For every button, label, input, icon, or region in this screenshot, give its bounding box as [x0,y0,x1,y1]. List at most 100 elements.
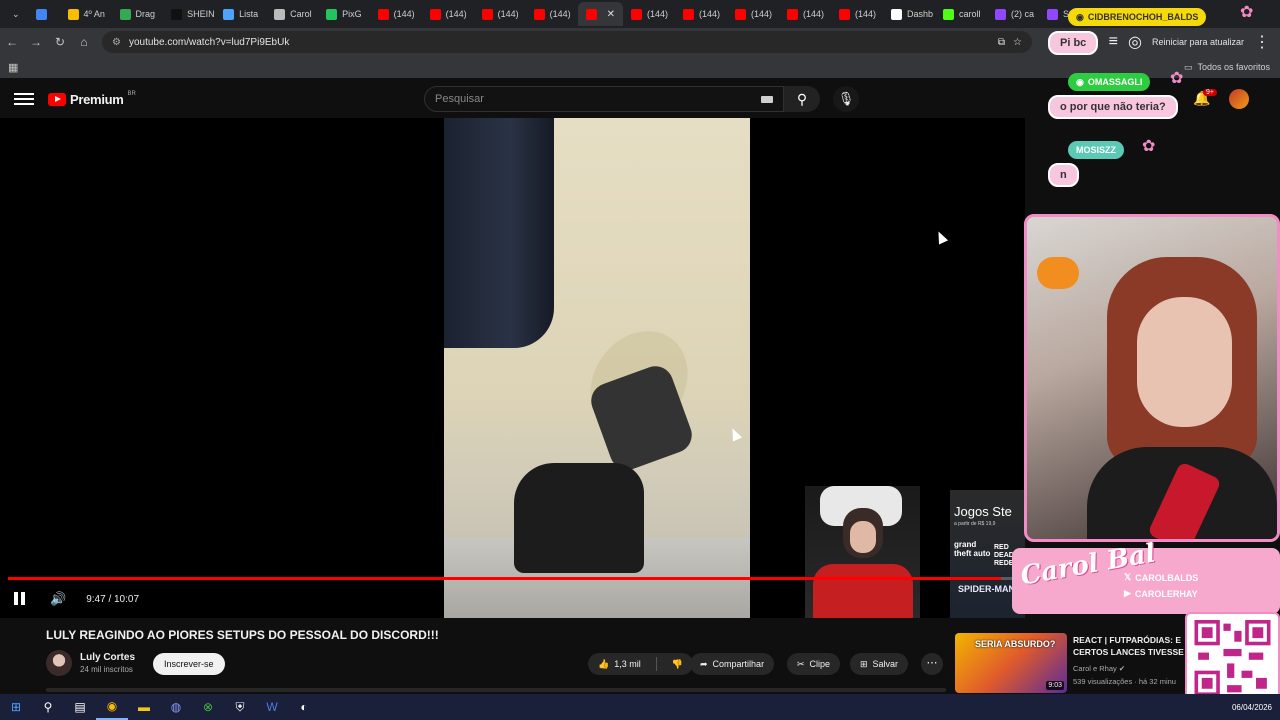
file-explorer-icon[interactable]: ▬ [128,694,160,720]
share-button[interactable]: ➦ Compartilhar [690,653,775,675]
windows-taskbar: ⊞ ⚲ ▤ ◉ ▬ ◍ ⊗ ⛨ W ◐ 06/04/2026 [0,694,1280,720]
tab-favicon-icon [35,8,47,20]
save-button[interactable]: ⊞ Salvar [850,653,909,675]
bookmark-star-icon[interactable]: ☆ [1013,37,1022,48]
browser-tab[interactable]: (144) [727,2,779,26]
more-actions-icon[interactable]: ⋯ [921,653,943,675]
time-separator: / [108,593,112,605]
install-icon[interactable]: ⧉ [998,37,1005,48]
word-icon[interactable]: W [256,694,288,720]
xbox-icon[interactable]: ⊗ [192,694,224,720]
subscribe-button[interactable]: Inscrever-se [153,653,225,675]
channel-avatar[interactable] [46,650,72,676]
tab-favicon-icon [682,8,694,20]
browser-tab[interactable]: (2) ca [987,2,1039,26]
pause-icon[interactable] [14,592,28,606]
tab-search-button[interactable]: ⌄ [4,2,28,26]
browser-tab[interactable]: Lista [215,2,266,26]
thumbnail-text: SERIA ABSURDO? [975,639,1056,649]
browser-tab[interactable]: (144) [526,2,578,26]
account-avatar[interactable] [1229,89,1249,109]
menu-kebab-icon[interactable]: ⋮ [1254,32,1270,52]
keyboard-icon[interactable] [761,95,773,103]
hamburger-menu-icon[interactable] [14,90,34,108]
browser-tab[interactable]: (144) [779,2,831,26]
browser-tab[interactable]: Carol [266,2,318,26]
search-icon[interactable]: ⚲ [32,694,64,720]
browser-tab[interactable]: (144) [474,2,526,26]
tab-close-icon[interactable]: ✕ [607,9,615,20]
folder-icon: ▭ [1183,61,1193,72]
volume-icon[interactable]: 🔊 [50,591,66,607]
profile-icon[interactable]: ◎ [1128,32,1142,52]
taskbar-date: 06/04/2026 [1231,702,1272,712]
address-bar[interactable]: ⚙ youtube.com/watch?v=lud7Pi9EbUk ⧉ ☆ [102,31,1032,53]
tab-favicon-icon [890,8,902,20]
video-player[interactable]: Jogos Ste a partir de R$ 19,9 grand thef… [0,118,1025,618]
all-favorites-folder[interactable]: ▭ Todos os favoritos [1184,62,1270,73]
browser-tab[interactable]: 4º An [60,2,112,26]
channel-name[interactable]: Luly Cortes [80,652,135,663]
region-code: BR [127,91,136,97]
current-time: 9:47 [86,593,106,605]
ad-game-1: grand theft auto [954,540,991,558]
browser-tab[interactable]: (144) [623,2,675,26]
apps-grid-icon[interactable]: ▦ [8,61,18,74]
discord-icon[interactable]: ◍ [160,694,192,720]
tab-favicon-icon [734,8,746,20]
tab-label: Carol [290,9,312,19]
recommended-video[interactable]: SERIA ABSURDO? 9:03 REACT | FUTPARÓDIAS:… [955,633,1185,693]
browser-tab[interactable]: (144) [675,2,727,26]
windows-start-icon[interactable]: ⊞ [0,694,32,720]
recommended-thumbnail[interactable]: SERIA ABSURDO? 9:03 [955,633,1067,693]
tab-favicon-icon [67,8,79,20]
tab-favicon-icon [1046,8,1058,20]
browser-tab[interactable]: Drag [112,2,164,26]
search-input[interactable]: Pesquisar [424,86,784,112]
tab-label: (144) [646,9,668,19]
youtube-premium-logo[interactable]: Premium BR [48,91,136,107]
reload-icon[interactable]: ↻ [48,35,72,49]
tab-favicon-icon [533,8,545,20]
tab-label: Drag [135,9,156,19]
ad-subtitle: a partir de R$ 19,9 [954,521,996,527]
site-info-icon[interactable]: ⚙ [112,37,121,48]
home-icon[interactable]: ⌂ [72,35,96,49]
browser-tab[interactable]: SHEIN [163,2,215,26]
browser-tab[interactable]: caroll [935,2,987,26]
video-curtain [444,118,554,348]
task-view-icon[interactable]: ▤ [64,694,96,720]
tab-label: (144) [393,9,415,19]
chrome-icon[interactable]: ◉ [96,694,128,720]
obs-icon[interactable]: ◐ [288,694,320,720]
voice-search-button[interactable]: 🎙 [833,86,859,112]
browser-tab[interactable]: (144) [831,2,883,26]
reading-list-icon[interactable]: ≡ [1109,33,1118,51]
browser-tab[interactable]: ✕ [577,2,623,26]
tab-favicon-icon [171,8,183,20]
tab-favicon-icon [429,8,441,20]
search-button[interactable]: ⚲ [784,86,820,112]
thumbs-up-icon: 👍 [598,658,610,669]
browser-tab[interactable] [28,2,60,26]
forward-icon[interactable]: → [24,35,48,49]
clip-button[interactable]: ✂ Clipe [787,653,841,675]
back-icon[interactable]: ← [0,35,24,49]
browser-tab[interactable]: (144) [370,2,422,26]
dislike-button[interactable]: 👎 [662,653,693,675]
like-button[interactable]: 👍 1,3 mil [588,653,651,675]
player-controls: 🔊 9:47 / 10:07 [0,585,1025,613]
browser-tab[interactable]: Dashb [883,2,935,26]
progress-bar[interactable] [8,577,1025,580]
browser-tab[interactable]: PixG [318,2,370,26]
browser-tab[interactable]: (144) [422,2,474,26]
restart-update-button[interactable]: Reiniciar para atualizar [1152,37,1244,47]
description-box[interactable] [46,688,946,692]
channel-owner[interactable]: Luly Cortes 24 mil inscritos [46,650,135,676]
tab-favicon-icon [585,8,597,20]
recommended-title[interactable]: REACT | FUTPARÓDIAS: E CERTOS LANCES TIV… [1073,634,1185,658]
chat-username: MOSISZZ [1068,141,1124,159]
discord-icon: ◉ [1076,76,1084,87]
shield-icon[interactable]: ⛨ [224,694,256,720]
save-label: Salvar [872,659,899,669]
